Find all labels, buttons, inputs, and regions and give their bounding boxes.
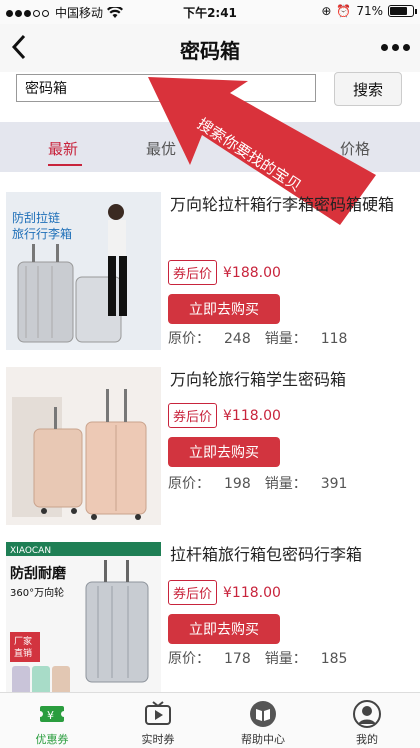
status-bar: 中国移动 下午2:41 ⊕ ⏰ 71% bbox=[0, 0, 420, 24]
sales-count: 销量： 118 bbox=[264, 331, 348, 347]
product-item[interactable]: 万向轮旅行箱学生密码箱 券后价 ¥118.00 立即去购买 原价： 198 销量： 3… bbox=[0, 361, 420, 536]
product-meta: 原价： 248 销量： 118 bbox=[168, 328, 347, 348]
product-item[interactable]: 防刮拉链 旅行行李箱 万向轮拉杆箱行李箱密码箱硬箱 券后价 ¥188.00 立即… bbox=[0, 186, 420, 361]
battery-percent: 71% bbox=[356, 4, 383, 18]
original-price: 原价： 178 bbox=[168, 651, 251, 667]
sales-count: 销量： 391 bbox=[264, 476, 348, 492]
product-image[interactable]: 防刮拉链 旅行行李箱 bbox=[6, 192, 161, 350]
coupon-tag: 券后价 bbox=[168, 260, 218, 285]
status-right: ⊕ ⏰ 71% bbox=[321, 4, 417, 18]
tabbar-label: 帮助中心 bbox=[241, 733, 285, 746]
product-image[interactable]: XIAOCAN 防刮耐磨 360°万向轮 厂家 直销 bbox=[6, 542, 161, 700]
image-text-line2: 旅行行李箱 bbox=[12, 226, 72, 241]
alarm-icon: ⏰ bbox=[336, 4, 352, 18]
product-image[interactable] bbox=[6, 367, 161, 525]
tabbar-item-me[interactable]: 我的 bbox=[337, 699, 397, 747]
suitcase-photo: 防刮拉链 旅行行李箱 bbox=[6, 192, 161, 350]
coupon-price: ¥118.00 bbox=[223, 407, 281, 424]
battery-icon bbox=[388, 5, 417, 17]
coupon-tag: 券后价 bbox=[168, 580, 218, 605]
rotation-lock-icon: ⊕ bbox=[321, 4, 332, 18]
buy-now-button[interactable]: 立即去购买 bbox=[168, 614, 280, 644]
tabbar-label: 我的 bbox=[356, 733, 378, 746]
coupon-price-row: 券后价 ¥188.00 bbox=[168, 260, 281, 285]
tabbar-item-coupons[interactable]: ¥ 优惠券 bbox=[22, 699, 82, 747]
original-price: 原价： 248 bbox=[168, 331, 251, 347]
image-brand: XIAOCAN bbox=[10, 546, 51, 556]
tab-newest[interactable]: 最新 bbox=[48, 138, 78, 159]
original-price: 原价： 198 bbox=[168, 476, 251, 492]
tab-underline bbox=[48, 164, 82, 166]
buy-now-button[interactable]: 立即去购买 bbox=[168, 437, 280, 467]
search-row: 搜索 bbox=[0, 72, 420, 122]
book-icon bbox=[250, 701, 276, 727]
coupon-price: ¥118.00 bbox=[223, 584, 281, 601]
tabbar-label: 实时券 bbox=[141, 733, 175, 746]
bottom-tab-bar: ¥ 优惠券 实时券 帮助中心 我的 bbox=[0, 692, 420, 748]
page-title: 密码箱 bbox=[180, 39, 240, 63]
suitcase-photo bbox=[6, 367, 161, 525]
image-text-line1: 防刮拉链 bbox=[12, 210, 60, 225]
image-text-line2: 360°万向轮 bbox=[10, 586, 64, 599]
coupon-tag: 券后价 bbox=[168, 403, 218, 428]
tabbar-item-live-coupons[interactable]: 实时券 bbox=[128, 699, 188, 747]
more-button[interactable] bbox=[381, 44, 410, 51]
ticket-icon: ¥ bbox=[37, 706, 67, 722]
svg-text:¥: ¥ bbox=[47, 709, 54, 722]
product-item[interactable]: XIAOCAN 防刮耐磨 360°万向轮 厂家 直销 拉杆箱旅行箱包密码行李箱 … bbox=[0, 536, 420, 711]
search-input[interactable] bbox=[16, 74, 316, 102]
product-meta: 原价： 178 销量： 185 bbox=[168, 648, 347, 668]
user-icon bbox=[353, 700, 381, 728]
buy-now-button[interactable]: 立即去购买 bbox=[168, 294, 280, 324]
coupon-price: ¥188.00 bbox=[223, 264, 281, 281]
suitcase-photo: XIAOCAN 防刮耐磨 360°万向轮 厂家 直销 bbox=[6, 542, 161, 700]
image-badge-line1: 厂家 bbox=[14, 635, 32, 647]
coupon-price-row: 券后价 ¥118.00 bbox=[168, 580, 281, 605]
coupon-price-row: 券后价 ¥118.00 bbox=[168, 403, 281, 428]
tabbar-label: 优惠券 bbox=[35, 733, 69, 746]
product-title[interactable]: 万向轮旅行箱学生密码箱 bbox=[170, 367, 410, 393]
product-title[interactable]: 万向轮拉杆箱行李箱密码箱硬箱 bbox=[170, 192, 410, 218]
video-icon bbox=[145, 701, 171, 725]
product-title[interactable]: 拉杆箱旅行箱包密码行李箱 bbox=[170, 542, 410, 568]
image-badge-line2: 直销 bbox=[14, 647, 32, 659]
nav-bar: 密码箱 bbox=[0, 24, 420, 72]
image-text-line1: 防刮耐磨 bbox=[10, 565, 67, 582]
tab-price[interactable]: 价格 bbox=[340, 138, 370, 159]
tabbar-item-help[interactable]: 帮助中心 bbox=[233, 699, 293, 747]
tab-best[interactable]: 最优 bbox=[146, 138, 176, 159]
product-meta: 原价： 198 销量： 391 bbox=[168, 473, 347, 493]
sales-count: 销量： 185 bbox=[264, 651, 348, 667]
search-button[interactable]: 搜索 bbox=[334, 72, 402, 106]
product-list: 防刮拉链 旅行行李箱 万向轮拉杆箱行李箱密码箱硬箱 券后价 ¥188.00 立即… bbox=[0, 186, 420, 711]
